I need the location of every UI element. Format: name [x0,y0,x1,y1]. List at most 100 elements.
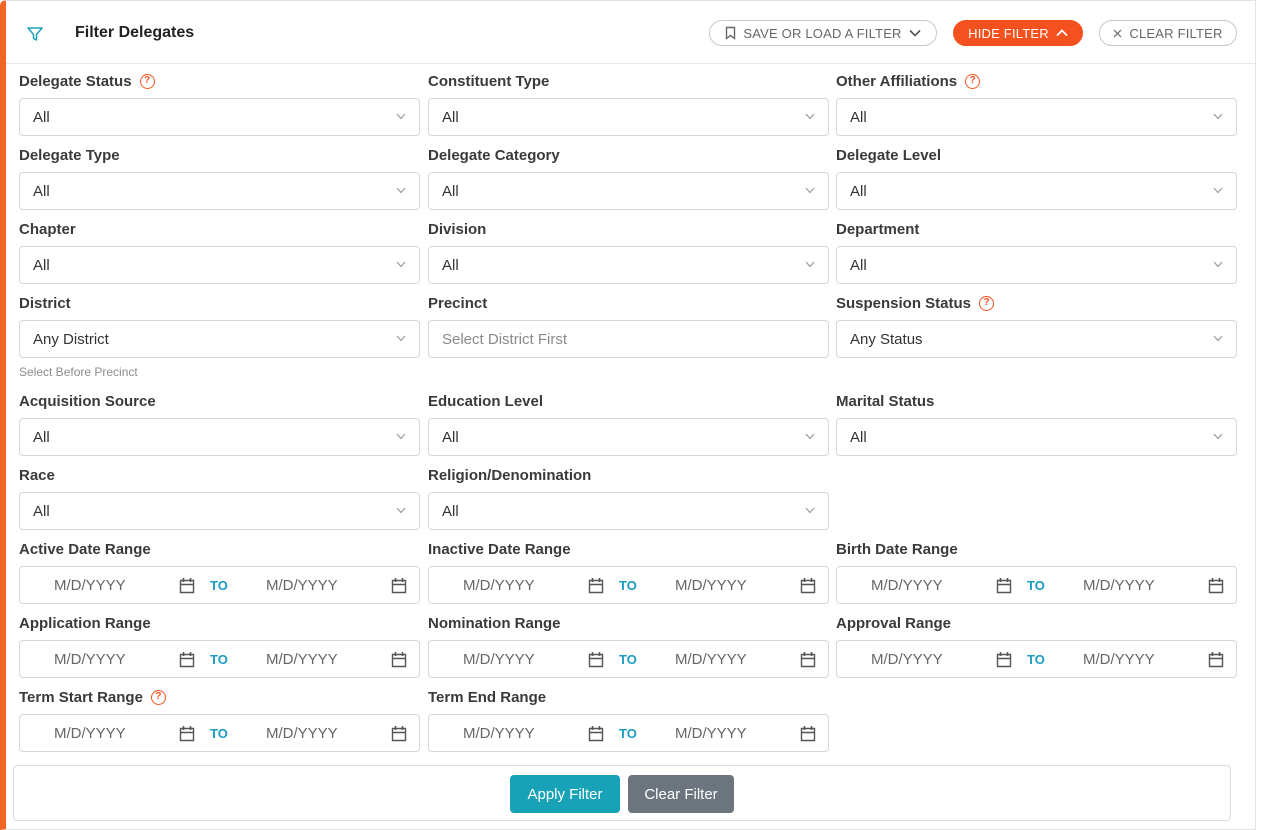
district-hint: Select Before Precinct [19,365,138,379]
suspension-status-select[interactable]: Any Status [836,320,1237,358]
constituent-type-label: Constituent Type [428,72,550,90]
apply-filter-button[interactable]: Apply Filter [510,775,620,813]
term-start-range-control: M/D/YYYY TO M/D/YYYY [19,714,420,752]
nomination-range-control: M/D/YYYY TO M/D/YYYY [428,640,829,678]
help-icon[interactable]: ? [965,73,981,89]
delegate-category-field: Delegate Category All [428,146,829,210]
division-field: Division All [428,220,829,284]
marital-status-select[interactable]: All [836,418,1237,456]
acquisition-source-value: All [33,428,50,446]
precinct-input[interactable]: Select District First [428,320,829,358]
religion-select[interactable]: All [428,492,829,530]
help-icon[interactable]: ? [139,73,155,89]
chevron-down-icon [1213,187,1223,194]
term-start-range-to-label: TO [210,726,228,741]
approval-range-to-input[interactable]: M/D/YYYY [1083,651,1155,668]
save-or-load-filter-button[interactable]: SAVE OR LOAD A FILTER [709,20,937,46]
delegate-status-select[interactable]: All [19,98,420,136]
department-value: All [850,256,867,274]
chevron-down-icon [805,507,815,514]
marital-status-value: All [850,428,867,446]
constituent-type-select[interactable]: All [428,98,829,136]
calendar-icon[interactable] [800,651,816,668]
birth-date-range-control: M/D/YYYY TO M/D/YYYY [836,566,1237,604]
birth-date-range-to-input[interactable]: M/D/YYYY [1083,577,1155,594]
active-date-range-to-label: TO [210,578,228,593]
precinct-field: Precinct Select District First [428,294,829,358]
clear-filter-button[interactable]: Clear Filter [628,775,734,813]
calendar-icon[interactable] [179,577,195,594]
inactive-date-range-to-input[interactable]: M/D/YYYY [675,577,747,594]
filter-header: Filter Delegates SAVE OR LOAD A FILTER H… [6,1,1255,64]
nomination-range-from-input[interactable]: M/D/YYYY [463,651,535,668]
active-date-range-from-input[interactable]: M/D/YYYY [54,577,126,594]
district-select[interactable]: Any District [19,320,420,358]
education-level-value: All [442,428,459,446]
help-icon[interactable]: ? [150,689,166,705]
help-icon[interactable]: ? [979,295,995,311]
department-select[interactable]: All [836,246,1237,284]
calendar-icon[interactable] [588,651,604,668]
calendar-icon[interactable] [391,725,407,742]
calendar-icon[interactable] [588,725,604,742]
clear-filter-header-label: CLEAR FILTER [1129,25,1223,41]
department-label: Department [836,220,920,238]
application-range-field: Application Range M/D/YYYY TO M/D/YYYY [19,614,420,678]
education-level-select[interactable]: All [428,418,829,456]
calendar-icon[interactable] [588,577,604,594]
term-end-range-from-input[interactable]: M/D/YYYY [463,725,535,742]
hide-filter-button[interactable]: HIDE FILTER [953,20,1083,46]
calendar-icon[interactable] [800,725,816,742]
calendar-icon[interactable] [996,577,1012,594]
approval-range-label: Approval Range [836,614,952,632]
active-date-range-field: Active Date Range M/D/YYYY TO M/D/YYYY [19,540,420,604]
nomination-range-field: Nomination Range M/D/YYYY TO M/D/YYYY [428,614,829,678]
birth-date-range-from-input[interactable]: M/D/YYYY [871,577,943,594]
calendar-icon[interactable] [391,577,407,594]
religion-field: Religion/Denomination All [428,466,829,530]
division-select[interactable]: All [428,246,829,284]
save-or-load-filter-label: SAVE OR LOAD A FILTER [743,25,902,41]
calendar-icon[interactable] [179,651,195,668]
race-select[interactable]: All [19,492,420,530]
calendar-icon[interactable] [179,725,195,742]
application-range-to-input[interactable]: M/D/YYYY [266,651,338,668]
birth-date-range-to-label: TO [1027,578,1045,593]
other-affiliations-select[interactable]: All [836,98,1237,136]
marital-status-field: Marital Status All [836,392,1237,456]
delegate-type-field: Delegate Type All [19,146,420,210]
inactive-date-range-from-input[interactable]: M/D/YYYY [463,577,535,594]
delegate-type-select[interactable]: All [19,172,420,210]
division-value: All [442,256,459,274]
term-start-range-to-input[interactable]: M/D/YYYY [266,725,338,742]
funnel-icon [27,27,43,41]
term-start-range-label: Term Start Range [19,688,143,706]
delegate-category-label: Delegate Category [428,146,560,164]
calendar-icon[interactable] [1208,651,1224,668]
chapter-select[interactable]: All [19,246,420,284]
calendar-icon[interactable] [1208,577,1224,594]
calendar-icon[interactable] [391,651,407,668]
term-start-range-from-input[interactable]: M/D/YYYY [54,725,126,742]
religion-label: Religion/Denomination [428,466,592,484]
chevron-down-icon [909,29,921,37]
chapter-value: All [33,256,50,274]
term-end-range-to-input[interactable]: M/D/YYYY [675,725,747,742]
application-range-from-input[interactable]: M/D/YYYY [54,651,126,668]
suspension-status-field: Suspension Status? Any Status [836,294,1237,358]
chevron-down-icon [396,335,406,342]
race-value: All [33,502,50,520]
approval-range-from-input[interactable]: M/D/YYYY [871,651,943,668]
active-date-range-to-input[interactable]: M/D/YYYY [266,577,338,594]
delegate-category-select[interactable]: All [428,172,829,210]
district-label: District [19,294,71,312]
calendar-icon[interactable] [996,651,1012,668]
birth-date-range-label: Birth Date Range [836,540,958,558]
delegate-level-select[interactable]: All [836,172,1237,210]
acquisition-source-select[interactable]: All [19,418,420,456]
delegate-type-value: All [33,182,50,200]
inactive-date-range-control: M/D/YYYY TO M/D/YYYY [428,566,829,604]
clear-filter-header-button[interactable]: CLEAR FILTER [1099,20,1237,46]
calendar-icon[interactable] [800,577,816,594]
nomination-range-to-input[interactable]: M/D/YYYY [675,651,747,668]
